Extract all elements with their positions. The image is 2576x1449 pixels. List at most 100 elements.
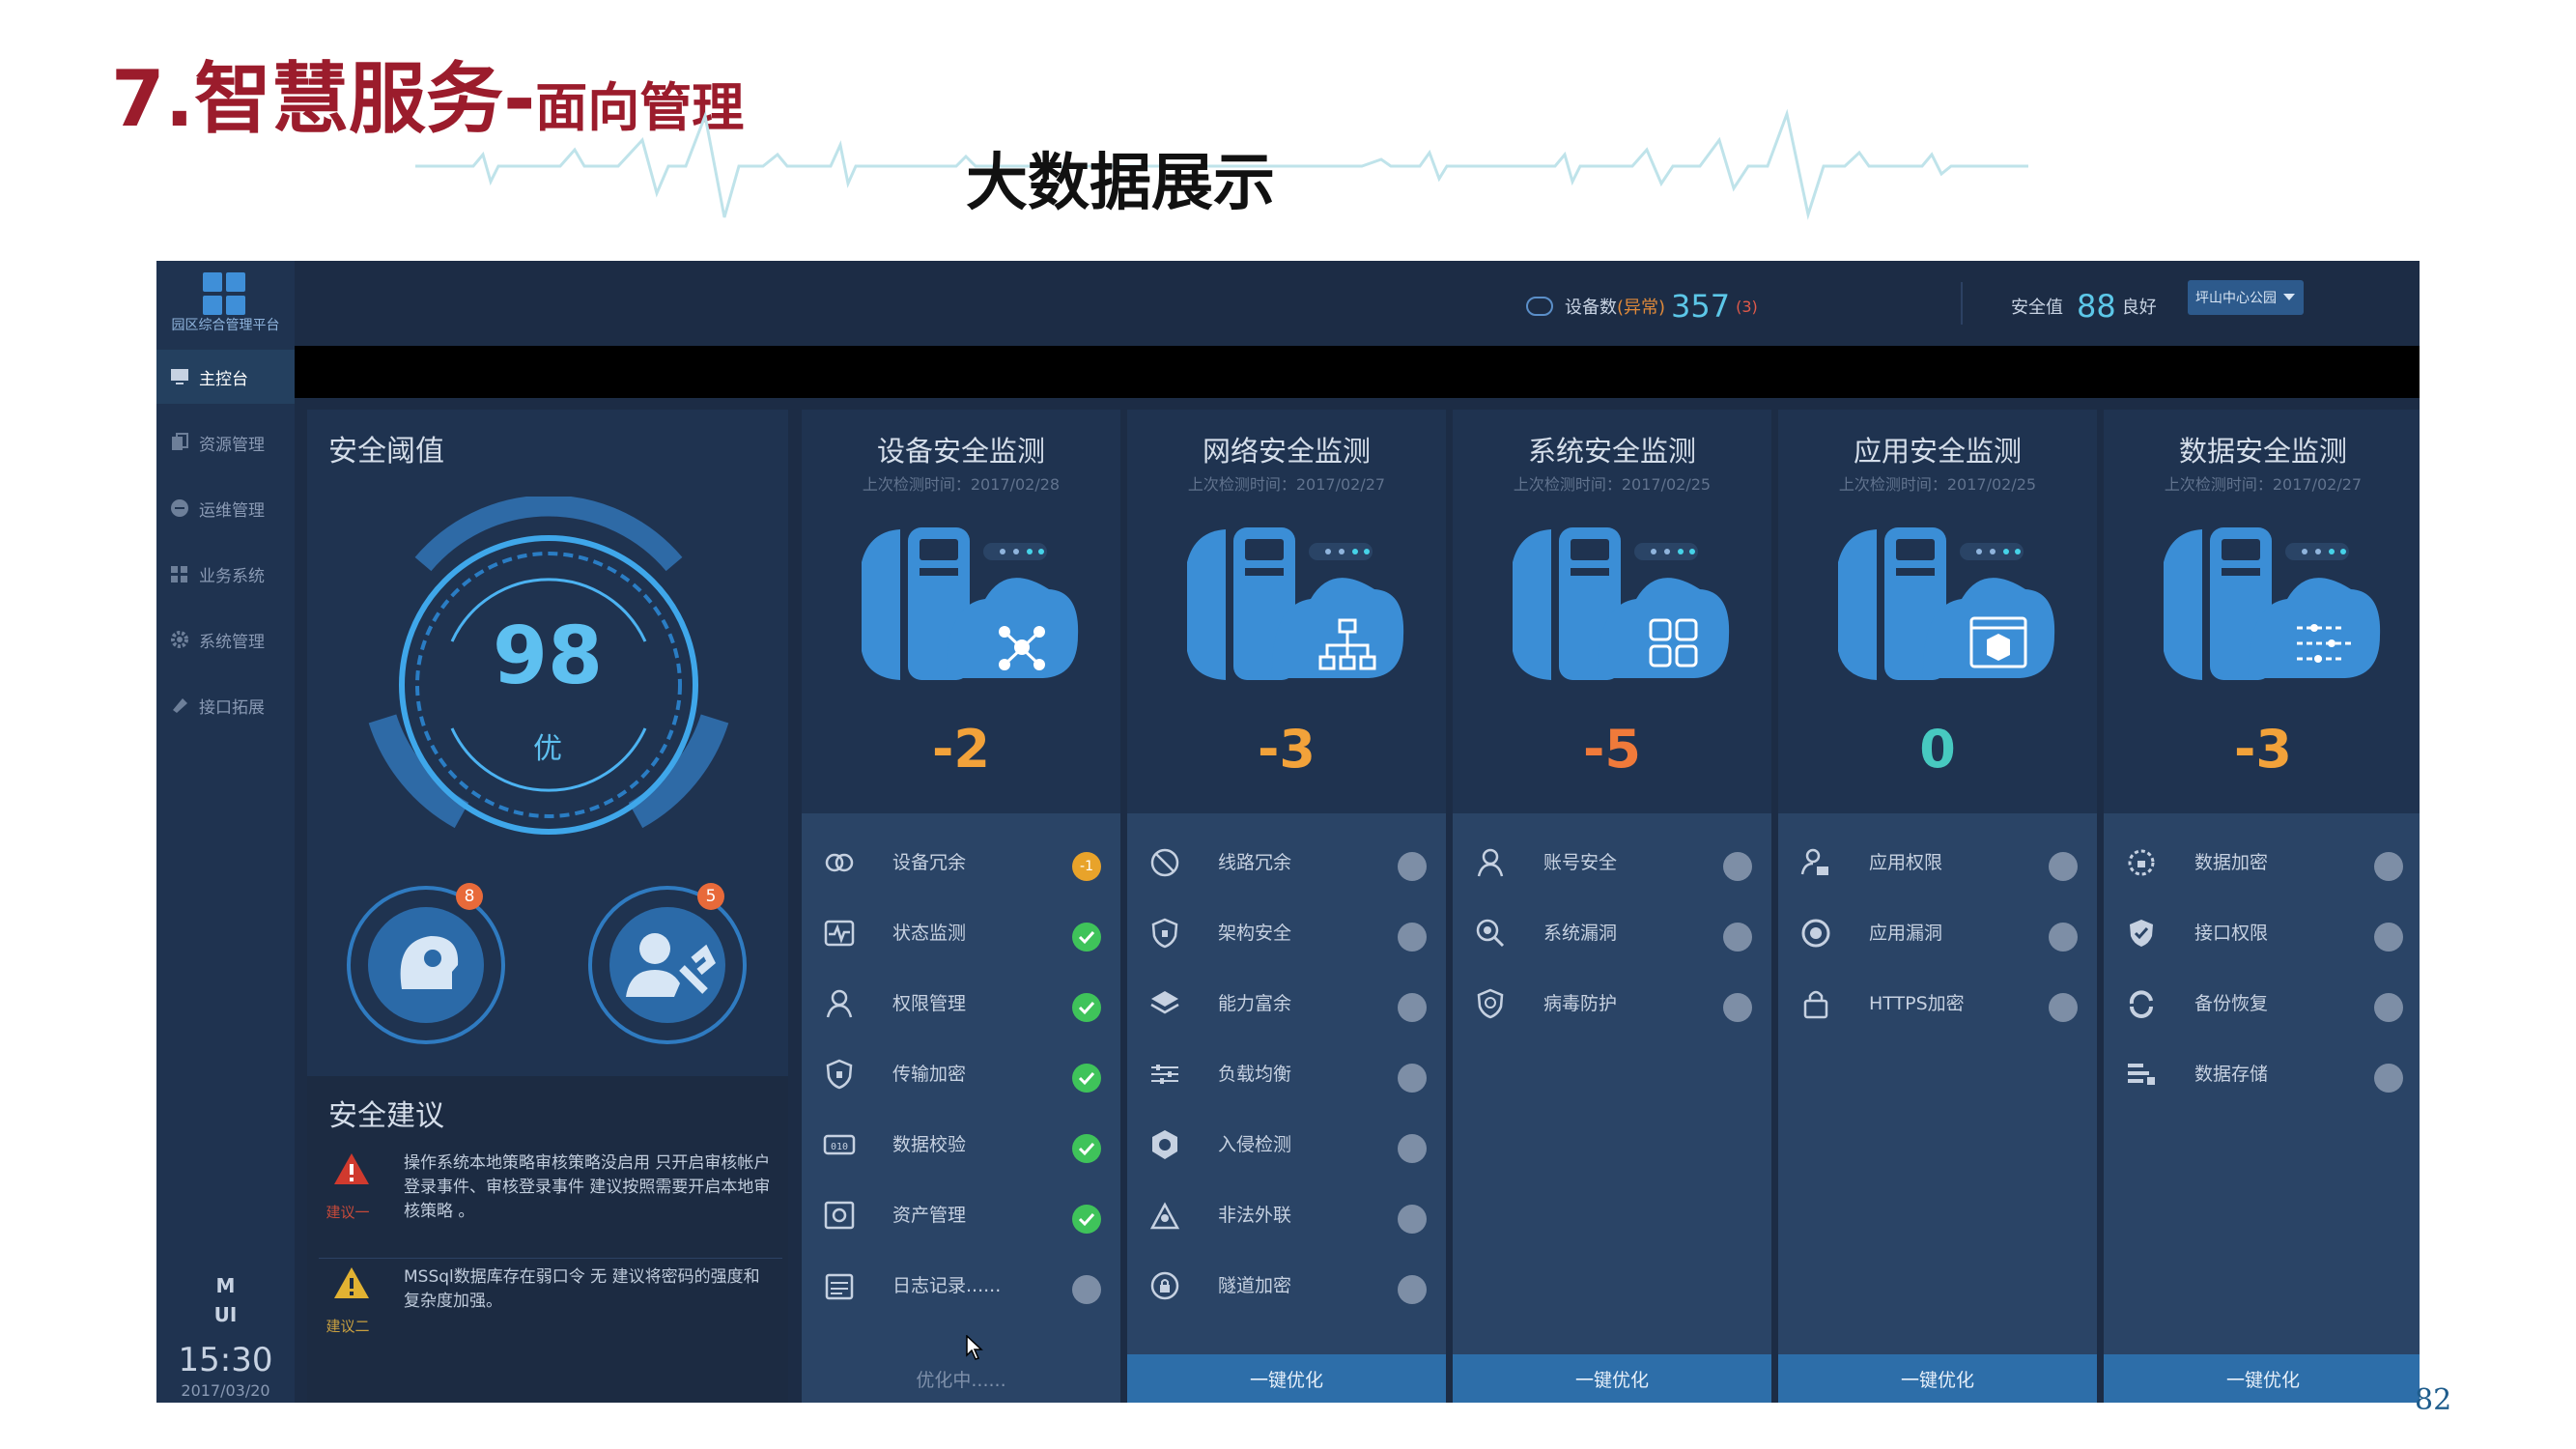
minus-circle-icon: [168, 497, 191, 520]
nav-item-system[interactable]: 系统管理: [156, 612, 295, 667]
nodes-icon: [862, 527, 1079, 680]
advice-tag: 建议一: [326, 1204, 370, 1221]
one-click-optimize-button[interactable]: 一键优化: [1127, 1354, 1446, 1403]
nav-item-label: 主控台: [199, 369, 248, 389]
check-item[interactable]: 状态监测: [802, 897, 1120, 967]
alert-count-badge: 8: [456, 883, 483, 910]
check-item[interactable]: 入侵检测: [1127, 1109, 1446, 1179]
safety-status: 良好: [2121, 298, 2157, 318]
optimizing-button[interactable]: 优化中......: [802, 1354, 1120, 1403]
nav-item-operations[interactable]: 运维管理: [156, 481, 295, 535]
calendar-icon: [823, 1269, 856, 1302]
status-pending-icon: [2374, 993, 2403, 1022]
check-item[interactable]: 系统漏洞: [1453, 897, 1771, 967]
check-item-label: 应用权限: [1869, 852, 1943, 873]
check-item[interactable]: 应用漏洞: [1778, 897, 2097, 967]
check-item[interactable]: 负载均衡: [1127, 1038, 1446, 1108]
monitor-column-4: 应用安全监测 上次检测时间：2017/02/25 0 应用权限 应用漏洞 HTTPS加密一…: [1778, 410, 2097, 1403]
check-item[interactable]: 病毒防护: [1453, 968, 1771, 1037]
check-item[interactable]: 资产管理: [802, 1179, 1120, 1249]
copy-icon: [168, 431, 191, 454]
advice-text: 操作系统本地策略审核策略没启用 只开启审核帐户登录事件、审核登录事件 建议按照需…: [404, 1153, 771, 1221]
check-item-label: 病毒防护: [1543, 993, 1618, 1014]
column-last-check: 上次检测时间：2017/02/27: [1187, 475, 1386, 494]
monitor-column-2: 网络安全监测 上次检测时间：2017/02/27 -3 线路冗余 架构安全 能力富余 负载均…: [1127, 410, 1446, 1403]
check-item[interactable]: 010 数据校验: [802, 1109, 1120, 1179]
check-item-label: 应用漏洞: [1869, 923, 1943, 944]
status-ok-icon: [1072, 1064, 1101, 1093]
check-item[interactable]: 备份恢复: [2104, 968, 2420, 1037]
safe-icon: [823, 1199, 856, 1232]
status-pending-icon: [1723, 852, 1752, 881]
check-item[interactable]: 设备冗余 -1: [802, 827, 1120, 896]
check-item-label: 负载均衡: [1218, 1064, 1292, 1085]
safety-value: 88: [2077, 288, 2116, 325]
check-item[interactable]: 权限管理: [802, 968, 1120, 1037]
location-select[interactable]: 坪山中心公园: [2188, 280, 2304, 315]
status-pending-icon: [2374, 923, 2403, 952]
check-item-label: 备份恢复: [2194, 993, 2269, 1014]
check-list: 设备冗余 -1 状态监测权限管理传输加密 010 数据校验资产管理日志记录......: [802, 813, 1120, 1354]
check-item-label: 能力富余: [1218, 993, 1292, 1014]
check-item[interactable]: 能力富余: [1127, 968, 1446, 1037]
check-item-label: 接口权限: [2194, 923, 2269, 944]
check-item-label: 数据校验: [892, 1134, 967, 1155]
check-item-label: 数据加密: [2194, 852, 2269, 873]
check-item[interactable]: 隧道加密: [1127, 1250, 1446, 1320]
check-list: 应用权限应用漏洞 HTTPS加密: [1778, 813, 2097, 1354]
nav-item-business[interactable]: 业务系统: [156, 547, 295, 601]
status-pending-icon: [2049, 852, 2078, 881]
logo-text: 园区综合管理平台: [171, 318, 280, 333]
monitor-column-1: 设备安全监测 上次检测时间：2017/02/28 -2 设备冗余 -1 状态监测 权限管理传…: [802, 410, 1120, 1403]
one-click-optimize-button[interactable]: 一键优化: [2104, 1354, 2420, 1403]
check-item[interactable]: 数据存储: [2104, 1038, 2420, 1108]
device-icon: [1526, 297, 1553, 316]
check-item-label: 传输加密: [892, 1064, 967, 1085]
check-item[interactable]: 非法外联: [1127, 1179, 1446, 1249]
device-count-value: 357: [1671, 288, 1731, 325]
lock-circle-icon: [1148, 1269, 1181, 1302]
check-item[interactable]: 传输加密: [802, 1038, 1120, 1108]
one-click-optimize-button[interactable]: 一键优化: [1778, 1354, 2097, 1403]
column-score: -3: [2234, 719, 2292, 780]
hacker-head-button[interactable]: 8: [344, 883, 508, 1047]
binary-icon: 010: [823, 1128, 856, 1161]
one-click-optimize-button[interactable]: 一键优化: [1453, 1354, 1771, 1403]
device-abnormal-label: (异常): [1617, 298, 1666, 318]
refresh-icon: [2125, 987, 2158, 1020]
monitor-column-3: 系统安全监测 上次检测时间：2017/02/25 -5 账号安全 系统漏洞 病毒防护 一键优…: [1453, 410, 1771, 1403]
status-ok-icon: [1072, 923, 1101, 952]
check-item-label: 数据存储: [2194, 1064, 2269, 1085]
check-item[interactable]: HTTPS加密: [1778, 968, 2097, 1037]
page-number: 82: [2415, 1383, 2452, 1417]
column-title: 系统安全监测: [1527, 435, 1696, 468]
check-item-label: 权限管理: [892, 993, 967, 1014]
nav-item-interfaces[interactable]: 接口拓展: [156, 678, 295, 732]
check-list: 数据加密接口权限备份恢复数据存储: [2104, 813, 2420, 1354]
safety-value-stat: 安全值 88 良好: [2011, 288, 2157, 325]
nav-item-label: 接口拓展: [199, 697, 265, 718]
device-abnormal-count: (3): [1736, 297, 1758, 316]
check-item[interactable]: 应用权限: [1778, 827, 2097, 896]
apps-icon: [1513, 527, 1730, 680]
check-item[interactable]: 日志记录......: [802, 1250, 1120, 1320]
check-item[interactable]: 线路冗余: [1127, 827, 1446, 896]
check-list: 线路冗余 架构安全能力富余负载均衡入侵检测 非法外联 隧道加密: [1127, 813, 1446, 1354]
nav-item-console[interactable]: 主控台: [156, 350, 295, 404]
column-last-check: 上次检测时间：2017/02/28: [862, 475, 1061, 494]
check-item[interactable]: 账号安全: [1453, 827, 1771, 896]
check-item-label: 日志记录......: [892, 1275, 1002, 1296]
check-item[interactable]: 接口权限: [2104, 897, 2420, 967]
check-item[interactable]: 架构安全: [1127, 897, 1446, 967]
sidebar: 园区综合管理平台 主控台 资源管理 运维管理 业务系统 系统管理 接口拓展 MU…: [156, 261, 295, 1403]
column-last-check: 上次检测时间：2017/02/27: [2164, 475, 2363, 494]
user-icon: [823, 987, 856, 1020]
mouse-cursor-icon: [966, 1334, 983, 1364]
status-pending-icon: [1723, 923, 1752, 952]
column-title: 数据安全监测: [2178, 435, 2347, 468]
check-item[interactable]: 数据加密: [2104, 827, 2420, 896]
nav-item-resources[interactable]: 资源管理: [156, 415, 295, 469]
user-tools-button[interactable]: 5: [585, 883, 750, 1047]
tree-icon: [1187, 527, 1404, 680]
threshold-title: 安全阈值: [328, 435, 444, 469]
